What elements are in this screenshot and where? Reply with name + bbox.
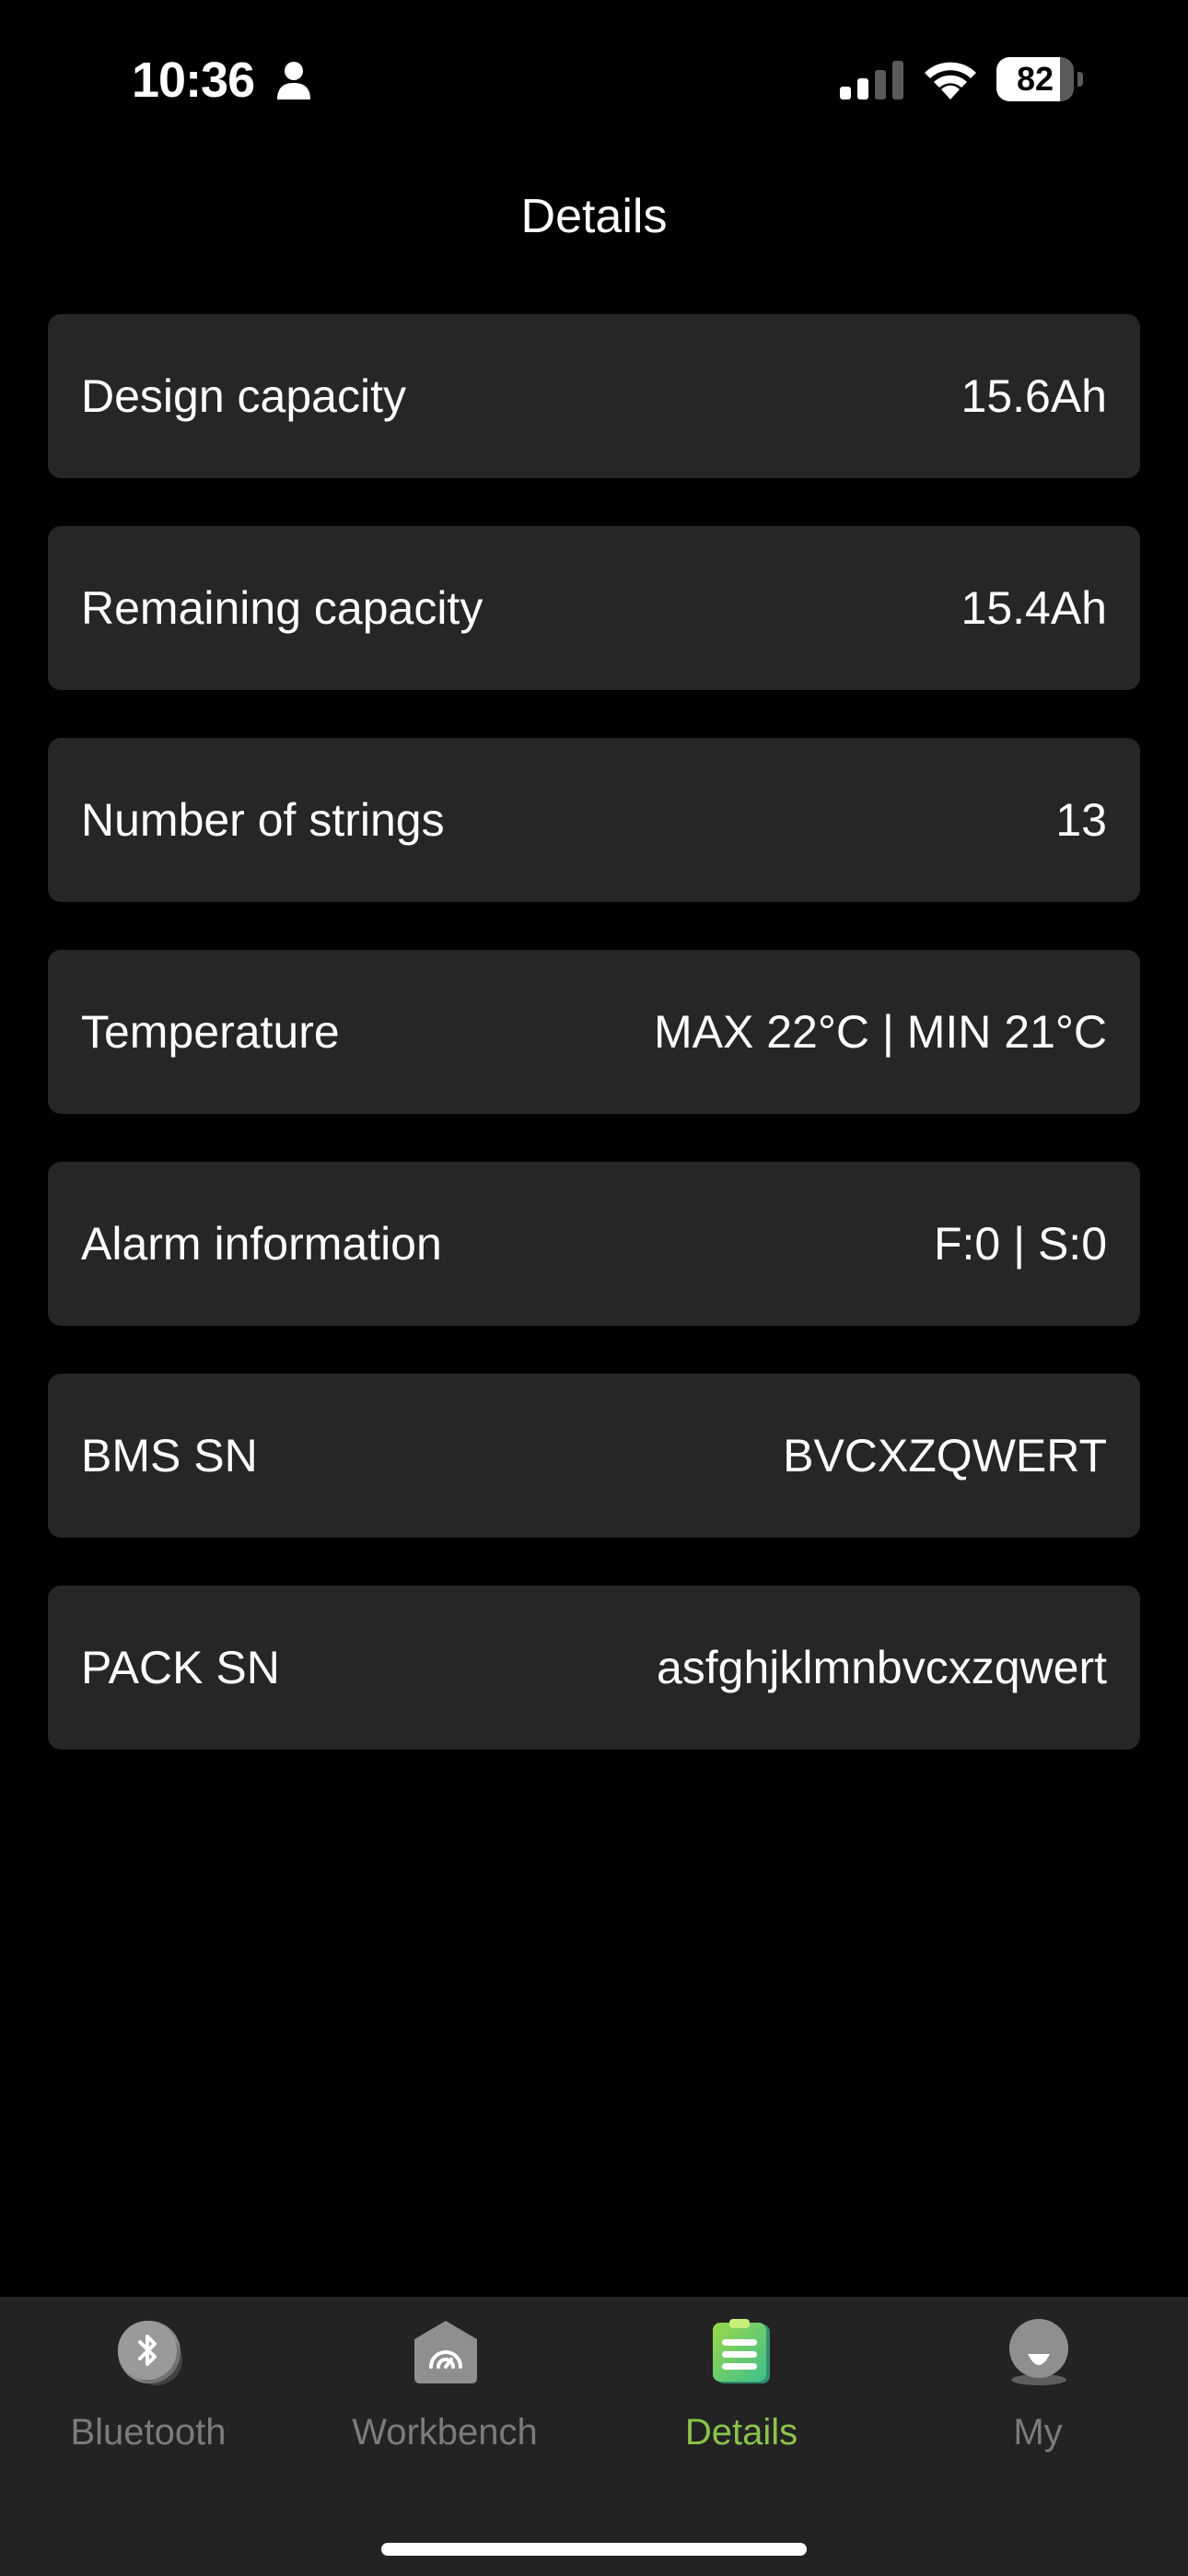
tab-my[interactable]: My	[890, 2297, 1186, 2500]
clipboard-list-icon	[713, 2319, 770, 2383]
detail-label: Number of strings	[81, 794, 445, 846]
detail-label: PACK SN	[81, 1642, 280, 1693]
page-title: Details	[520, 190, 668, 243]
detail-value: 15.6Ah	[961, 370, 1107, 422]
detail-row-pack-sn: PACK SN asfghjklmnbvcxzqwert	[48, 1586, 1140, 1750]
battery-body: 82	[996, 57, 1074, 101]
tab-label: My	[1013, 2412, 1063, 2453]
detail-value: 15.4Ah	[961, 582, 1107, 634]
detail-row-remaining-capacity: Remaining capacity 15.4Ah	[48, 526, 1140, 690]
detail-label: Design capacity	[81, 370, 406, 422]
wifi-icon	[925, 62, 976, 100]
tab-bar: Bluetooth Workbench Details My	[0, 2297, 1188, 2576]
detail-label: Temperature	[81, 1006, 340, 1058]
status-bar: 10:36 82	[0, 0, 1188, 157]
detail-list: Design capacity 15.6Ah Remaining capacit…	[48, 314, 1140, 1797]
detail-value: MAX 22°C | MIN 21°C	[654, 1006, 1107, 1058]
detail-row-bms-sn: BMS SN BVCXZQWERT	[48, 1374, 1140, 1538]
home-indicator[interactable]	[381, 2543, 807, 2556]
detail-row-temperature: Temperature MAX 22°C | MIN 21°C	[48, 950, 1140, 1114]
detail-row-number-of-strings: Number of strings 13	[48, 738, 1140, 902]
battery-indicator: 82	[996, 57, 1085, 101]
battery-level: 82	[1016, 60, 1054, 98]
battery-cap	[1077, 72, 1083, 87]
detail-value: 13	[1055, 794, 1107, 846]
tab-label: Details	[684, 2412, 798, 2453]
gauge-icon	[414, 2321, 477, 2383]
tab-label: Bluetooth	[70, 2412, 227, 2453]
cellular-signal-icon	[840, 61, 903, 100]
detail-label: Remaining capacity	[81, 582, 483, 634]
detail-row-design-capacity: Design capacity 15.6Ah	[48, 314, 1140, 478]
bluetooth-icon	[118, 2321, 182, 2385]
user-icon	[1009, 2319, 1068, 2385]
detail-row-alarm-information[interactable]: Alarm information F:0 | S:0	[48, 1162, 1140, 1326]
detail-value: F:0 | S:0	[933, 1218, 1107, 1270]
tab-workbench[interactable]: Workbench	[297, 2297, 593, 2500]
detail-label: BMS SN	[81, 1430, 258, 1481]
tab-details[interactable]: Details	[593, 2297, 890, 2500]
tab-label: Workbench	[352, 2412, 538, 2453]
status-time: 10:36	[132, 53, 255, 108]
person-icon	[277, 62, 310, 100]
detail-label: Alarm information	[81, 1218, 442, 1270]
detail-value: asfghjklmnbvcxzqwert	[656, 1642, 1107, 1693]
tab-bluetooth[interactable]: Bluetooth	[0, 2297, 297, 2500]
detail-value: BVCXZQWERT	[783, 1430, 1107, 1481]
